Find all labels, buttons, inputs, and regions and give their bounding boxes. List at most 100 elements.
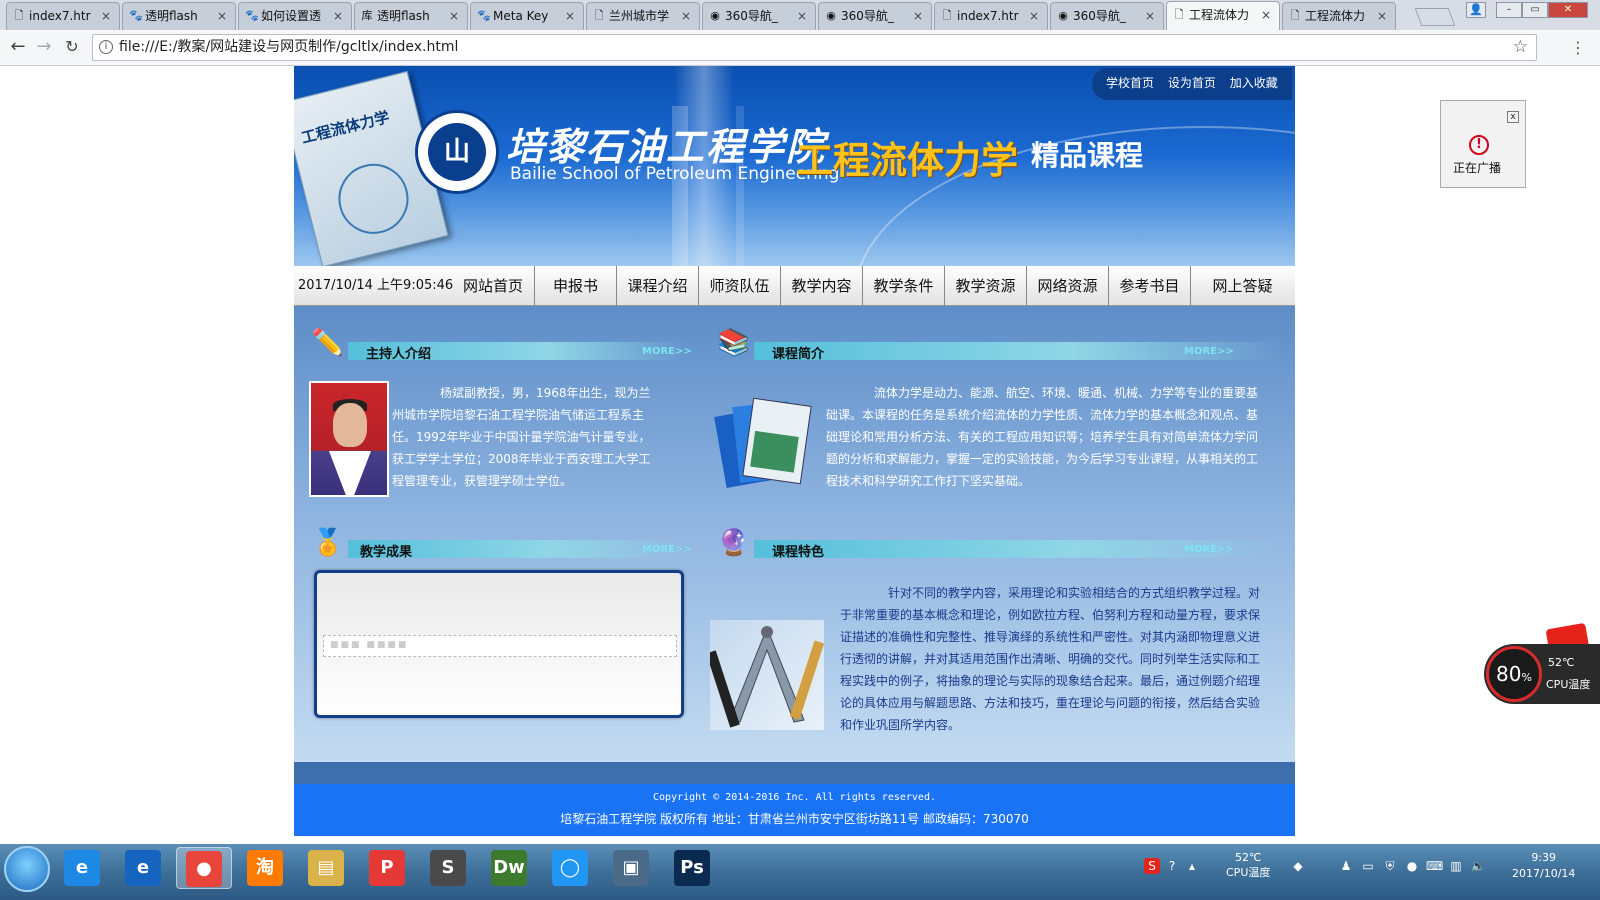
back-icon[interactable]: ← [6,36,30,60]
browser-tab[interactable]: 🐾 Meta Key × [470,2,584,30]
close-tab-icon[interactable]: × [1377,3,1387,29]
taskbar-app-explorer[interactable]: ▤ [298,847,354,889]
help-icon[interactable]: ? [1164,858,1180,874]
wenku-icon: 库 [361,9,373,22]
close-tab-icon[interactable]: × [681,3,691,29]
link-add-favorite[interactable]: 加入收藏 [1230,76,1278,90]
close-tab-icon[interactable]: × [913,3,923,29]
start-button[interactable] [4,846,50,892]
nav-teaching-conditions[interactable]: 教学条件 [862,266,944,306]
taskbar-app-chrome[interactable]: ● [176,847,232,889]
host-more-link[interactable]: MORE>> [642,346,692,357]
bookmark-star-icon[interactable]: ☆ [1513,37,1528,57]
baidu-paw-icon: 🐾 [245,9,259,22]
system-clock[interactable]: 9:39 2017/10/14 [1512,850,1575,882]
wps-pdf-icon: P [369,850,405,886]
nav-home[interactable]: 网站首页 [452,266,534,306]
forward-icon[interactable]: → [32,36,56,60]
close-window-button[interactable]: ✕ [1548,2,1588,18]
system-tray: S ? ▴ 52℃ CPU温度 ◆ ♟ ▭ ⛨ ● ⌨ ▥ 🔈 9:39 2017/… [1140,844,1600,892]
nav-references[interactable]: 参考书目 [1108,266,1190,306]
pencil-book-icon: ✏️ [311,328,345,358]
profile-icon[interactable]: 👤 [1466,2,1486,18]
broadcast-popup: x ! 正在广播 [1440,100,1526,188]
taskbar-app-ie-blue[interactable]: e [54,847,110,889]
nav-faculty[interactable]: 师资队伍 [698,266,780,306]
info-icon[interactable]: i [99,40,113,54]
browser-tab[interactable]: ◉ 360导航_ × [702,2,816,30]
taskbar-app-dreamweaver[interactable]: Dw [481,847,537,889]
nav-teaching-content[interactable]: 教学内容 [780,266,862,306]
tray-expand-icon[interactable]: ▴ [1184,858,1200,874]
close-tab-icon[interactable]: × [449,3,459,29]
nav-course-intro[interactable]: 课程介绍 [616,266,698,306]
close-tab-icon[interactable]: × [1261,2,1271,28]
close-tab-icon[interactable]: × [217,3,227,29]
cpu-usage-gauge: 80% [1486,646,1542,702]
new-tab-button[interactable] [1414,8,1456,26]
taskbar-app-sublime[interactable]: S [420,847,476,889]
antivirus-icon[interactable]: ● [1404,858,1420,874]
browser-tab[interactable]: 🗋 兰州城市学 × [586,2,700,30]
volume-icon[interactable]: 🔈 [1470,858,1486,874]
nav-network-resources[interactable]: 网络资源 [1026,266,1108,306]
close-tab-icon[interactable]: × [1029,3,1039,29]
browser-tab[interactable]: 🐾 透明flash × [122,2,236,30]
link-school-home[interactable]: 学校首页 [1106,76,1154,90]
system-time: 9:39 [1531,851,1557,864]
sogou-ime-icon[interactable]: S [1144,858,1160,874]
nav-application[interactable]: 申报书 [534,266,616,306]
course-tagline: 精品课程 [1031,139,1144,172]
taskbar-app-taobao[interactable]: 淘 [237,847,293,889]
taskbar-app-media[interactable]: ▣ [603,847,659,889]
cube-icon[interactable]: ◆ [1290,858,1306,874]
close-tab-icon[interactable]: × [565,3,575,29]
features-more-link[interactable]: MORE>> [1184,544,1234,555]
browser-tab[interactable]: 库透明flash × [354,2,468,30]
link-set-homepage[interactable]: 设为首页 [1168,76,1216,90]
browser-tab[interactable]: ◉ 360导航_ × [1050,2,1164,30]
browser-tab[interactable]: 🗋 index7.htr × [6,2,120,30]
close-tab-icon[interactable]: × [333,3,343,29]
people-icon[interactable]: ♟ [1338,858,1354,874]
cpu-monitor-widget[interactable]: 80% 52℃ CPU温度 [1484,644,1600,704]
maximize-button[interactable]: ▭ [1522,2,1548,18]
close-tab-icon[interactable]: × [1145,3,1155,29]
seal-glyph: 山 [428,123,486,181]
close-popup-icon[interactable]: x [1507,111,1519,123]
browser-tab[interactable]: 🗋 工程流体力 × [1282,2,1396,30]
browser-tab[interactable]: 🐾 如何设置透 × [238,2,352,30]
school-name-cn: 培黎石油工程学院 [506,124,827,169]
flash-slideshow-box[interactable]: ■■■ ■■■■ [314,570,684,718]
browser-tab[interactable]: ◉ 360导航_ × [818,2,932,30]
browser-tab[interactable]: 🗋 工程流体力 × [1166,1,1280,31]
results-more-link[interactable]: MORE>> [642,544,692,555]
tab-title: 透明flash [145,9,198,23]
nav-qa[interactable]: 网上答疑 [1190,266,1294,306]
tray-cpu-temp-label: CPU温度 [1226,866,1271,879]
system-date: 2017/10/14 [1512,867,1576,880]
tab-title: 如何设置透 [261,9,322,23]
date-time-clock: 2017/10/14 上午9:05:46 [298,278,454,293]
intro-more-link[interactable]: MORE>> [1184,346,1234,357]
close-tab-icon[interactable]: × [797,3,807,29]
minimize-button[interactable]: – [1496,2,1522,18]
address-bar[interactable]: i file:///E:/教案/网站建设与网页制作/gcltlx/index.h… [92,34,1537,61]
network-icon[interactable]: ▥ [1448,858,1464,874]
360-icon: ◉ [710,9,720,22]
browser-tab[interactable]: 🗋 index7.htr × [934,2,1048,30]
taskbar-app-wps-pdf[interactable]: P [359,847,415,889]
taskbar-app-photoshop[interactable]: Ps [664,847,720,889]
display-icon[interactable]: ▭ [1360,858,1376,874]
taskbar-app-qq-browser[interactable]: ◯ [542,847,598,889]
shield-icon[interactable]: ⛨ [1382,858,1398,874]
close-tab-icon[interactable]: × [101,3,111,29]
baidu-paw-icon: 🐾 [129,9,143,22]
taskbar-app-ie-edge[interactable]: e [115,847,171,889]
media-icon: ▣ [613,850,649,886]
reload-icon[interactable]: ↻ [60,36,84,60]
keyboard-icon[interactable]: ⌨ [1426,858,1443,874]
school-seal-logo: 山 [415,110,499,194]
nav-teaching-resources[interactable]: 教学资源 [944,266,1026,306]
browser-menu-icon[interactable]: ⋮ [1570,38,1586,57]
